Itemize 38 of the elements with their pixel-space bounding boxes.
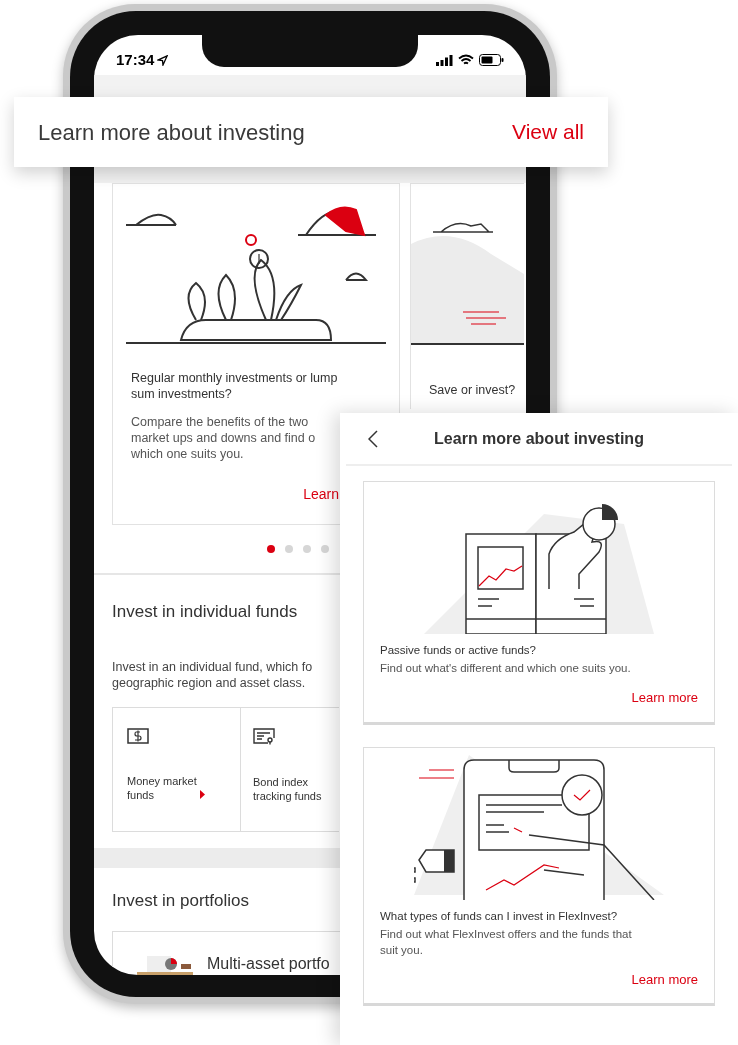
article-title: What types of funds can I invest in FlexInvest? xyxy=(380,908,619,924)
article-title: Passive funds or active funds? xyxy=(380,643,537,658)
status-time: 17:34 xyxy=(116,49,155,70)
article-card[interactable]: Regular monthly investments or lump sum investments? Compare the benefits of the two market ups and downs and find o which one suits you. Learn xyxy=(112,183,400,525)
wifi-icon xyxy=(458,54,474,66)
section-title: Invest in individual funds xyxy=(112,601,299,623)
article-card[interactable]: What types of funds can I invest in FlexInvest? Find out what FlexInvest offers and the funds that suit you. Learn more xyxy=(363,746,715,1006)
learn-more-link[interactable]: Learn more xyxy=(631,688,698,708)
article-text: Find out what FlexInvest offers and the funds that suit you. xyxy=(380,926,633,958)
article-text: which one suits you. xyxy=(131,446,244,462)
article-text: market ups and downs and find o xyxy=(131,430,316,446)
fund-tile[interactable]: Bond index tracking funds xyxy=(241,706,339,832)
section-text: Invest in an individual fund, which fo xyxy=(112,658,313,675)
signal-icon xyxy=(436,54,453,66)
back-chevron-icon[interactable] xyxy=(368,429,378,448)
fund-label: Bond index tracking funds xyxy=(253,774,323,803)
article-title: Save or invest? xyxy=(428,382,517,399)
learn-more-link[interactable]: Learn more xyxy=(631,969,698,989)
article-text: Compare the benefits of the two xyxy=(131,414,309,430)
portfolio-title: Multi-asset portfo xyxy=(207,954,330,974)
section-title: Invest in portfolios xyxy=(112,889,250,912)
portfolio-card[interactable]: Multi-asset portfo xyxy=(112,931,340,975)
location-arrow-icon xyxy=(157,54,169,66)
caret-icon xyxy=(200,789,205,799)
panel-title: Learn more about investing xyxy=(434,428,644,449)
article-card[interactable]: Passive funds or active funds? Find out what's different and which one suits you. Learn more xyxy=(363,481,715,725)
section-text: geographic region and asset class. xyxy=(112,674,306,691)
article-card[interactable]: Save or invest? xyxy=(410,183,524,409)
view-all-link[interactable]: View all xyxy=(512,116,584,148)
article-title: Regular monthly investments or lump sum investments? xyxy=(131,370,339,402)
learn-link[interactable]: Learn xyxy=(303,484,339,505)
fund-tile[interactable]: Money market funds xyxy=(112,706,241,832)
fund-label: Money market funds xyxy=(127,773,197,802)
battery-icon xyxy=(479,54,504,66)
banner-title: Learn more about investing xyxy=(38,118,305,147)
article-text: Find out what's different and which one suits you. xyxy=(380,661,632,676)
certificate-icon xyxy=(253,727,275,745)
dollar-bill-icon xyxy=(127,727,149,744)
